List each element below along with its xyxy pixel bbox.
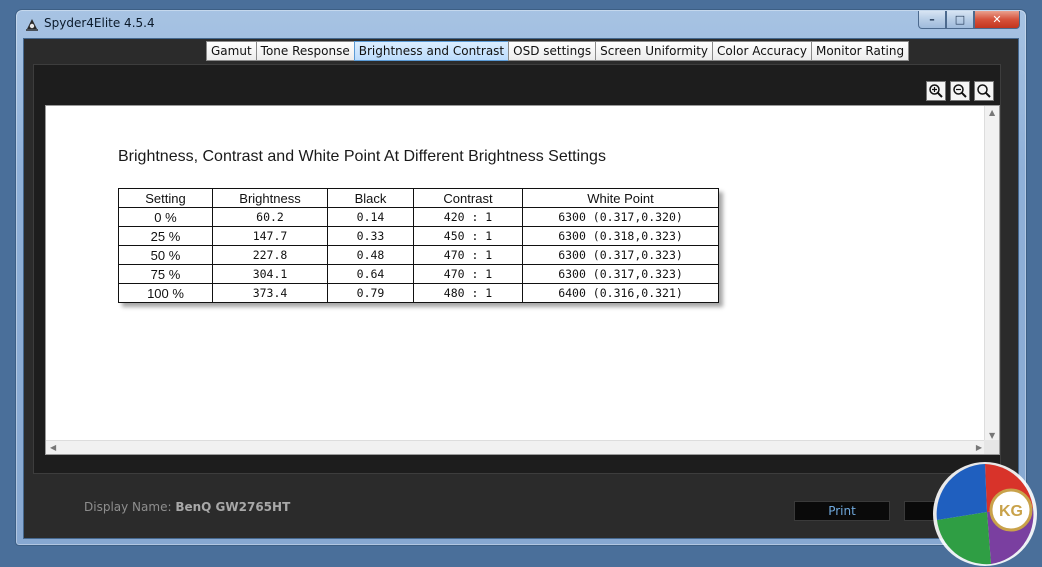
kg-watermark-logo: KG [933,462,1037,566]
spyder-app-icon [26,19,38,31]
title-bar[interactable]: Spyder4Elite 4.5.4 – □ ✕ [16,10,1026,38]
report-tabs: Gamut Tone Response Brightness and Contr… [206,41,910,61]
zoom-fit-icon [977,84,991,98]
cell-black: 0.64 [327,264,414,284]
caption-buttons: – □ ✕ [918,11,1020,29]
cell-white-point: 6300 (0.317,0.320) [522,207,719,227]
header-white-point: White Point [522,188,719,208]
client-area: Gamut Tone Response Brightness and Contr… [23,38,1019,539]
header-brightness: Brightness [212,188,328,208]
close-icon: ✕ [992,13,1002,26]
maximize-icon: □ [954,13,966,26]
cell-setting: 50 % [118,245,213,265]
zoom-in-button[interactable] [926,81,946,101]
cell-setting: 100 % [118,283,213,303]
tab-monitor-rating[interactable]: Monitor Rating [810,41,910,61]
watermark-text: KG [999,503,1023,520]
minimize-icon: – [929,13,935,26]
cell-black: 0.14 [327,207,414,227]
cell-contrast: 470 : 1 [413,245,523,265]
tab-screen-uniformity[interactable]: Screen Uniformity [595,41,714,61]
cell-contrast: 420 : 1 [413,207,523,227]
table-header-row: Setting Brightness Black Contrast White … [118,188,719,208]
header-setting: Setting [118,188,213,208]
cell-contrast: 480 : 1 [413,283,523,303]
tab-tone-response[interactable]: Tone Response [255,41,355,61]
tab-brightness-and-contrast[interactable]: Brightness and Contrast [353,41,510,61]
report-panel: Brightness, Contrast and White Point At … [33,64,1001,474]
minimize-button[interactable]: – [918,11,946,29]
display-name-label: Display Name: [84,500,172,514]
vertical-scrollbar[interactable]: ▲ ▼ [984,106,999,442]
cell-brightness: 147.7 [212,226,328,246]
cell-setting: 0 % [118,207,213,227]
table-row: 0 % 60.2 0.14 420 : 1 6300 (0.317,0.320) [118,207,719,227]
cell-white-point: 6300 (0.318,0.323) [522,226,719,246]
cell-black: 0.33 [327,226,414,246]
cell-brightness: 373.4 [212,283,328,303]
scroll-left-icon[interactable]: ◀ [50,443,56,452]
maximize-button[interactable]: □ [946,11,974,29]
table-row: 75 % 304.1 0.64 470 : 1 6300 (0.317,0.32… [118,264,719,284]
table-row: 100 % 373.4 0.79 480 : 1 6400 (0.316,0.3… [118,283,719,303]
tab-osd-settings[interactable]: OSD settings [508,41,597,61]
cell-brightness: 60.2 [212,207,328,227]
cell-contrast: 450 : 1 [413,226,523,246]
results-table: Setting Brightness Black Contrast White … [118,188,719,303]
close-window-button[interactable]: ✕ [974,11,1020,29]
cell-white-point: 6400 (0.316,0.321) [522,283,719,303]
cell-contrast: 470 : 1 [413,264,523,284]
app-window: Spyder4Elite 4.5.4 – □ ✕ Gamut Tone Resp… [15,9,1027,546]
table-row: 25 % 147.7 0.33 450 : 1 6300 (0.318,0.32… [118,226,719,246]
report-viewer[interactable]: Brightness, Contrast and White Point At … [45,105,1000,455]
cell-brightness: 304.1 [212,264,328,284]
header-contrast: Contrast [413,188,523,208]
results-table-wrapper: Setting Brightness Black Contrast White … [118,188,719,303]
zoom-out-button[interactable] [950,81,970,101]
table-row: 50 % 227.8 0.48 470 : 1 6300 (0.317,0.32… [118,245,719,265]
cell-white-point: 6300 (0.317,0.323) [522,245,719,265]
window-title: Spyder4Elite 4.5.4 [44,16,155,30]
zoom-controls [926,81,994,101]
report-title: Brightness, Contrast and White Point At … [118,148,606,165]
print-button[interactable]: Print [794,501,890,521]
cell-setting: 75 % [118,264,213,284]
header-black: Black [327,188,414,208]
zoom-out-icon [953,84,967,98]
tab-color-accuracy[interactable]: Color Accuracy [712,41,812,61]
display-name-readout: Display Name: BenQ GW2765HT [84,500,290,514]
zoom-fit-button[interactable] [974,81,994,101]
horizontal-scrollbar[interactable]: ◀ ▶ [46,440,986,454]
zoom-in-icon [929,84,943,98]
display-name-value: BenQ GW2765HT [175,500,291,514]
cell-setting: 25 % [118,226,213,246]
cell-white-point: 6300 (0.317,0.323) [522,264,719,284]
scroll-up-icon[interactable]: ▲ [989,108,995,117]
cell-black: 0.48 [327,245,414,265]
tab-gamut[interactable]: Gamut [206,41,257,61]
scroll-down-icon[interactable]: ▼ [989,431,995,440]
cell-brightness: 227.8 [212,245,328,265]
cell-black: 0.79 [327,283,414,303]
